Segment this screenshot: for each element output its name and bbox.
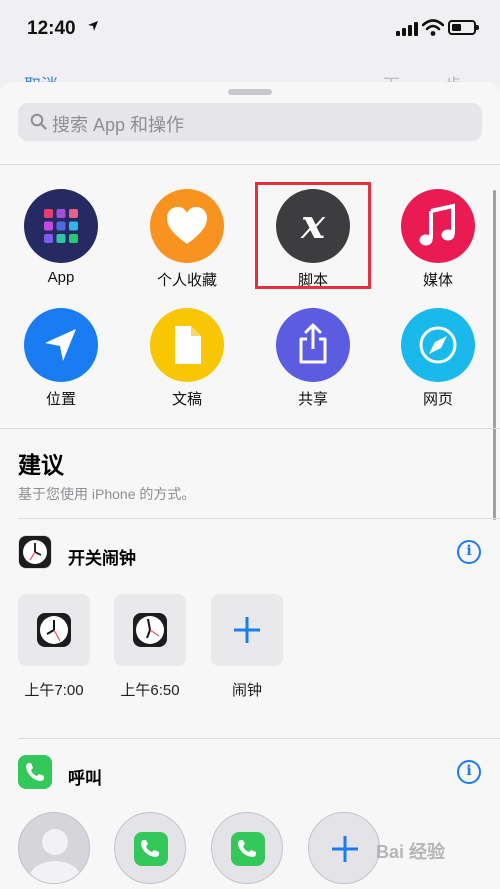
section-subtitle: 基于您使用 iPhone 的方式。 [18, 486, 196, 502]
search-placeholder: 搜索 App 和操作 [52, 115, 185, 135]
add-alarm-tile[interactable] [211, 594, 283, 666]
category-label: 共享 [297, 391, 328, 408]
alarm-label: 闹钟 [231, 682, 262, 699]
divider [18, 518, 500, 519]
clock-app-icon [18, 535, 52, 569]
clock-icon [133, 613, 167, 647]
category-web[interactable]: 网页 [388, 308, 488, 409]
add-call-button[interactable] [308, 812, 380, 884]
actions-sheet: 搜索 App 和操作 App 个人收藏 x 脚本 媒体 位置 文稿 共享 网页 … [0, 82, 500, 889]
call-section-title: 呼叫 [68, 769, 102, 788]
section-title: 建议 [18, 452, 64, 478]
category-location[interactable]: 位置 [11, 308, 111, 409]
alarm-section-title: 开关闹钟 [68, 549, 136, 568]
music-note-icon [401, 189, 475, 263]
info-icon: i [466, 543, 472, 559]
location-arrow-icon [24, 308, 98, 382]
plus-icon [332, 836, 358, 862]
highlight-box [255, 182, 371, 289]
call-contact-button[interactable] [114, 812, 186, 884]
category-label: 位置 [45, 391, 76, 408]
battery-icon [448, 20, 479, 35]
status-bar: 12:40 [0, 0, 500, 60]
sheet-grabber[interactable] [228, 89, 272, 95]
compass-icon [401, 308, 475, 382]
category-label: 网页 [422, 391, 453, 408]
heart-icon [150, 189, 224, 263]
category-sharing[interactable]: 共享 [263, 308, 363, 409]
phone-app-icon [18, 755, 52, 789]
clock-icon [37, 613, 71, 647]
category-documents[interactable]: 文稿 [137, 308, 237, 409]
scrollbar[interactable] [493, 190, 496, 520]
share-icon [276, 308, 350, 382]
phone-icon [134, 832, 168, 866]
alarm-label: 上午7:00 [24, 682, 84, 699]
contact-avatar[interactable] [18, 812, 90, 884]
category-label: 媒体 [422, 272, 453, 289]
category-favorites[interactable]: 个人收藏 [137, 189, 237, 290]
cellular-signal-icon [396, 22, 418, 36]
alarm-tile-0700[interactable] [18, 594, 90, 666]
info-icon: i [466, 763, 472, 779]
alarm-info-button[interactable]: i [457, 540, 481, 564]
category-label: 个人收藏 [156, 272, 217, 289]
alarm-label: 上午6:50 [120, 682, 180, 699]
location-arrow-icon [88, 21, 98, 31]
alarm-tile-0650[interactable] [114, 594, 186, 666]
document-icon [150, 308, 224, 382]
category-media[interactable]: 媒体 [388, 189, 488, 290]
status-time: 12:40 [27, 18, 76, 39]
watermark: Bai 经验 [376, 842, 446, 862]
search-icon [30, 113, 47, 130]
search-field[interactable]: 搜索 App 和操作 [18, 103, 482, 141]
divider [0, 164, 500, 165]
person-icon [29, 829, 81, 883]
category-label: 文稿 [171, 391, 202, 408]
category-app[interactable]: App [11, 189, 111, 286]
wifi-icon [422, 19, 444, 36]
app-grid-icon [24, 189, 98, 263]
call-contact-button[interactable] [211, 812, 283, 884]
plus-icon [234, 617, 260, 643]
category-label: App [47, 269, 75, 286]
divider [18, 738, 500, 739]
divider [0, 428, 500, 429]
call-info-button[interactable]: i [457, 760, 481, 784]
phone-icon [231, 832, 265, 866]
